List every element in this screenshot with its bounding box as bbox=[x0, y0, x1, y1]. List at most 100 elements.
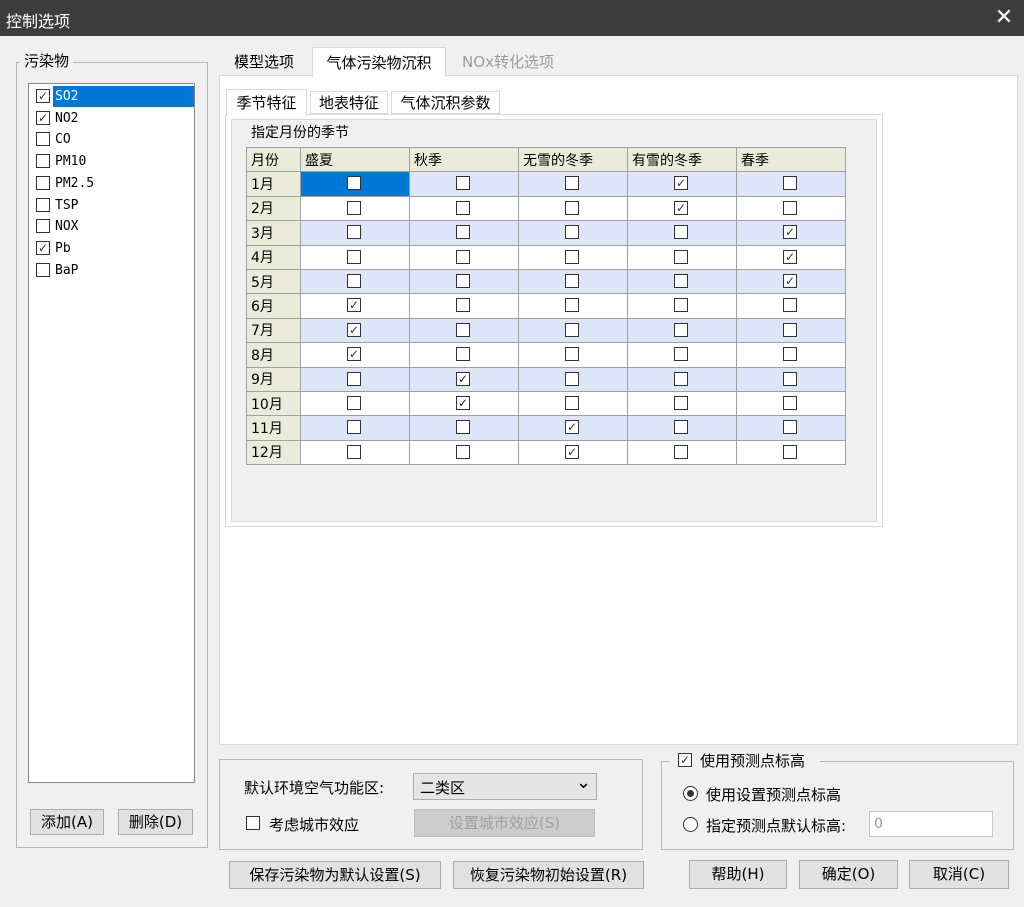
season-checkbox[interactable] bbox=[456, 444, 470, 459]
season-cell[interactable] bbox=[518, 244, 628, 270]
season-cell[interactable] bbox=[627, 415, 737, 441]
season-cell[interactable] bbox=[300, 390, 410, 417]
season-cell[interactable]: ✓ bbox=[518, 439, 628, 466]
season-checkbox[interactable]: ✓ bbox=[565, 444, 579, 459]
season-cell[interactable] bbox=[518, 195, 628, 222]
season-cell[interactable] bbox=[518, 293, 628, 319]
season-cell[interactable]: ✓ bbox=[736, 268, 846, 295]
season-checkbox[interactable]: ✓ bbox=[565, 420, 579, 435]
pollutant-checkbox[interactable] bbox=[36, 197, 50, 212]
season-cell[interactable] bbox=[300, 244, 410, 270]
list-item[interactable]: ✓ Pb bbox=[33, 238, 194, 259]
season-checkbox[interactable] bbox=[456, 322, 470, 337]
season-checkbox[interactable] bbox=[783, 176, 797, 191]
list-item[interactable]: PM2.5 bbox=[33, 173, 194, 194]
close-icon[interactable]: ✕ bbox=[989, 3, 1019, 33]
save-default-button[interactable]: 保存污染物为默认设置(S) bbox=[229, 861, 441, 889]
season-cell[interactable] bbox=[627, 220, 737, 246]
season-cell[interactable] bbox=[518, 171, 628, 197]
season-checkbox[interactable] bbox=[674, 322, 688, 337]
season-cell[interactable] bbox=[736, 439, 846, 466]
list-item[interactable]: BaP bbox=[33, 260, 194, 281]
season-checkbox[interactable] bbox=[783, 444, 797, 459]
season-checkbox[interactable] bbox=[456, 298, 470, 313]
season-checkbox[interactable]: ✓ bbox=[674, 176, 688, 191]
season-cell[interactable] bbox=[409, 415, 519, 441]
list-item[interactable]: PM10 bbox=[33, 151, 194, 172]
season-cell[interactable]: ✓ bbox=[627, 171, 737, 197]
season-checkbox[interactable] bbox=[674, 371, 688, 386]
pollutant-checkbox[interactable] bbox=[36, 154, 50, 169]
season-checkbox[interactable]: ✓ bbox=[347, 347, 361, 362]
season-cell[interactable]: ✓ bbox=[627, 195, 737, 222]
use-elevation-checkbox[interactable]: ✓ bbox=[678, 753, 692, 767]
season-checkbox[interactable] bbox=[674, 444, 688, 459]
season-cell[interactable]: ✓ bbox=[736, 220, 846, 246]
season-checkbox[interactable] bbox=[347, 249, 361, 264]
season-cell[interactable] bbox=[518, 366, 628, 392]
season-cell[interactable] bbox=[736, 415, 846, 441]
season-checkbox[interactable]: ✓ bbox=[347, 322, 361, 337]
use-set-elevation-radio[interactable] bbox=[683, 786, 698, 801]
season-checkbox[interactable] bbox=[783, 298, 797, 313]
pollutant-checkbox[interactable] bbox=[36, 219, 50, 234]
season-cell[interactable] bbox=[627, 293, 737, 319]
season-cell[interactable] bbox=[627, 390, 737, 417]
season-checkbox[interactable] bbox=[456, 200, 470, 215]
season-cell[interactable] bbox=[300, 220, 410, 246]
season-cell[interactable] bbox=[627, 244, 737, 270]
season-cell[interactable] bbox=[300, 171, 410, 197]
pollutant-checkbox[interactable] bbox=[36, 132, 50, 147]
season-checkbox[interactable] bbox=[674, 395, 688, 410]
season-checkbox[interactable] bbox=[783, 322, 797, 337]
season-checkbox[interactable]: ✓ bbox=[456, 395, 470, 410]
season-checkbox[interactable] bbox=[347, 200, 361, 215]
season-checkbox[interactable] bbox=[347, 420, 361, 435]
ok-button[interactable]: 确定(O) bbox=[799, 860, 898, 889]
pollutant-checkbox[interactable] bbox=[36, 175, 50, 190]
add-pollutant-button[interactable]: 添加(A) bbox=[30, 809, 104, 835]
season-checkbox[interactable] bbox=[456, 273, 470, 288]
main-tab[interactable]: 模型选项 bbox=[222, 50, 306, 75]
season-checkbox[interactable] bbox=[674, 420, 688, 435]
season-checkbox[interactable] bbox=[565, 249, 579, 264]
season-checkbox[interactable] bbox=[565, 298, 579, 313]
season-checkbox[interactable] bbox=[565, 395, 579, 410]
season-checkbox[interactable] bbox=[565, 225, 579, 240]
season-checkbox[interactable] bbox=[783, 420, 797, 435]
season-checkbox[interactable] bbox=[783, 347, 797, 362]
season-cell[interactable] bbox=[409, 244, 519, 270]
season-checkbox[interactable]: ✓ bbox=[783, 273, 797, 288]
season-cell[interactable] bbox=[409, 439, 519, 466]
season-checkbox[interactable] bbox=[674, 298, 688, 313]
season-checkbox[interactable] bbox=[674, 225, 688, 240]
season-checkbox[interactable]: ✓ bbox=[674, 200, 688, 215]
env-zone-select[interactable]: 二类区 ⌄ bbox=[413, 772, 597, 800]
delete-pollutant-button[interactable]: 删除(D) bbox=[118, 809, 193, 835]
cancel-button[interactable]: 取消(C) bbox=[909, 860, 1009, 889]
season-cell[interactable]: ✓ bbox=[300, 342, 410, 368]
season-checkbox[interactable] bbox=[565, 273, 579, 288]
season-cell[interactable] bbox=[300, 268, 410, 295]
season-checkbox[interactable] bbox=[674, 273, 688, 288]
season-checkbox[interactable] bbox=[565, 200, 579, 215]
season-checkbox[interactable] bbox=[347, 176, 361, 191]
urban-effect-checkbox[interactable] bbox=[246, 816, 260, 830]
season-checkbox[interactable]: ✓ bbox=[456, 371, 470, 386]
season-checkbox[interactable] bbox=[565, 176, 579, 191]
season-cell[interactable] bbox=[518, 390, 628, 417]
list-item[interactable]: CO bbox=[33, 129, 194, 150]
season-cell[interactable] bbox=[409, 342, 519, 368]
season-cell[interactable] bbox=[518, 220, 628, 246]
season-cell[interactable] bbox=[300, 439, 410, 466]
season-cell[interactable] bbox=[409, 220, 519, 246]
set-urban-effect-button[interactable]: 设置城市效应(S) bbox=[414, 809, 595, 837]
pollutant-checkbox[interactable]: ✓ bbox=[36, 110, 50, 125]
season-checkbox[interactable] bbox=[565, 322, 579, 337]
season-checkbox[interactable] bbox=[674, 249, 688, 264]
restore-default-button[interactable]: 恢复污染物初始设置(R) bbox=[453, 861, 644, 889]
pollutant-checkbox[interactable]: ✓ bbox=[36, 240, 50, 255]
season-cell[interactable]: ✓ bbox=[518, 415, 628, 441]
help-button[interactable]: 帮助(H) bbox=[689, 860, 787, 889]
season-cell[interactable] bbox=[300, 415, 410, 441]
